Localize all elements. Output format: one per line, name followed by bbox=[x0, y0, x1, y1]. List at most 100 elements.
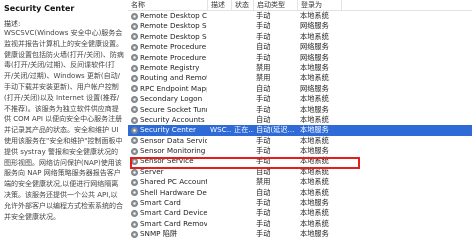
table-row[interactable]: Remote Desktop Service... 手动 本地系统 bbox=[128, 32, 472, 42]
service-log-on-as-cell: 本地系统 bbox=[300, 11, 329, 20]
table-row[interactable]: Remote Procedure Call (... 自动 网络服务 bbox=[128, 42, 472, 52]
column-header-row: 名称 描述 状态 启动类型 登录为 bbox=[128, 0, 472, 11]
column-header-name[interactable]: 名称 bbox=[128, 0, 208, 10]
table-row[interactable]: Smart Card Removal Poli... 手动 本地系统 bbox=[128, 219, 472, 229]
service-description: WSCSVC(Windows 安全中心)服务会监视并报告计算机上的安全健康设置。… bbox=[4, 29, 124, 221]
table-row[interactable]: Remote Desktop Services 手动 网络服务 bbox=[128, 21, 472, 31]
service-description-cell bbox=[210, 156, 232, 166]
service-startup-type-cell: 手动 bbox=[256, 11, 271, 20]
service-name: Smart Card bbox=[140, 198, 181, 208]
service-gear-icon bbox=[131, 137, 138, 145]
column-header-log-on-as[interactable]: 登录为 bbox=[298, 0, 342, 10]
service-status-cell bbox=[234, 219, 254, 229]
table-row[interactable]: Secondary Logon 手动 本地系统 bbox=[128, 94, 472, 104]
service-name-cell: Remote Procedure Call (... bbox=[131, 53, 207, 63]
service-startup-type-cell: 禁用 bbox=[256, 73, 271, 83]
table-row[interactable]: Server 自动 本地系统 bbox=[128, 167, 472, 177]
service-gear-icon bbox=[131, 95, 138, 103]
service-description-cell bbox=[210, 11, 232, 21]
service-status-cell bbox=[234, 188, 254, 198]
table-row[interactable]: Shared PC Account Mana... 禁用 本地系统 bbox=[128, 177, 472, 187]
service-startup-type-cell: 自动 bbox=[256, 114, 271, 124]
service-name-cell: Smart Card Device Enum... bbox=[131, 208, 207, 218]
service-gear-icon bbox=[131, 106, 138, 114]
service-log-on-as-cell: 本地系统 bbox=[300, 73, 329, 83]
service-description-cell bbox=[210, 208, 232, 218]
service-log-on-as-cell: 本地服务 bbox=[300, 229, 329, 239]
service-name: Remote Desktop Service... bbox=[140, 31, 207, 41]
service-startup-type-cell: 手动 bbox=[256, 156, 271, 166]
table-row[interactable]: Remote Registry 禁用 本地服务 bbox=[128, 63, 472, 73]
table-row[interactable]: Sensor Monitoring Service 手动 本地服务 bbox=[128, 146, 472, 156]
column-header-startup-type[interactable]: 启动类型 bbox=[254, 0, 298, 10]
service-name: Sensor Monitoring Service bbox=[140, 146, 207, 156]
service-log-on-as-cell: 本地服务 bbox=[300, 198, 329, 208]
service-status-cell bbox=[234, 136, 254, 146]
table-row[interactable]: Remote Desktop Configu... 手动 本地系统 bbox=[128, 11, 472, 21]
service-name: Remote Desktop Services bbox=[140, 21, 207, 31]
service-title: Security Center bbox=[4, 4, 75, 13]
table-row[interactable]: Remote Procedure Call (... 手动 网络服务 bbox=[128, 53, 472, 63]
service-name-cell: Secondary Logon bbox=[131, 94, 207, 104]
service-name-cell: Server bbox=[131, 167, 207, 177]
table-row[interactable]: Routing and Remote Acc... 禁用 本地系统 bbox=[128, 73, 472, 83]
table-row[interactable]: Sensor Data Service 手动 本地系统 bbox=[128, 136, 472, 146]
column-header-status[interactable]: 状态 bbox=[232, 0, 254, 10]
service-name-cell: Remote Desktop Service... bbox=[131, 32, 207, 42]
service-name: Smart Card Removal Poli... bbox=[140, 218, 207, 228]
table-row[interactable]: RPC Endpoint Mapper 自动 网络服务 bbox=[128, 84, 472, 94]
service-gear-icon bbox=[131, 220, 138, 228]
service-startup-type-cell: 手动 bbox=[256, 21, 271, 31]
service-name: Security Center bbox=[140, 125, 196, 135]
service-name: Secondary Logon bbox=[140, 94, 203, 104]
service-startup-type-cell: 禁用 bbox=[256, 62, 271, 72]
service-description-cell bbox=[210, 73, 232, 83]
service-name-cell: Sensor Monitoring Service bbox=[131, 146, 207, 156]
service-log-on-as-cell: 本地系统 bbox=[300, 166, 329, 176]
service-status-cell bbox=[234, 84, 254, 94]
table-row[interactable]: Smart Card 手动 本地服务 bbox=[128, 198, 472, 208]
table-row[interactable]: Sensor Service 手动 本地系统 bbox=[128, 156, 472, 166]
table-row[interactable]: Secure Socket Tunneling ... 手动 本地服务 bbox=[128, 105, 472, 115]
service-description-cell bbox=[210, 94, 232, 104]
service-startup-type-cell: 自动 bbox=[256, 42, 271, 52]
service-log-on-as-cell: 网络服务 bbox=[300, 21, 329, 31]
service-status-cell bbox=[234, 115, 254, 125]
service-description-cell bbox=[210, 136, 232, 146]
service-log-on-as-cell: 本地系统 bbox=[300, 208, 329, 218]
service-status-cell bbox=[234, 42, 254, 52]
service-startup-type-cell: 手动 bbox=[256, 104, 271, 114]
service-name-cell: Shell Hardware Detection bbox=[131, 188, 207, 198]
service-name: Secure Socket Tunneling ... bbox=[140, 104, 207, 114]
service-name: Sensor Data Service bbox=[140, 135, 207, 145]
service-description-cell bbox=[210, 146, 232, 156]
service-status-cell bbox=[234, 21, 254, 31]
column-header-description[interactable]: 描述 bbox=[208, 0, 232, 10]
table-row[interactable]: Shell Hardware Detection 自动 本地系统 bbox=[128, 188, 472, 198]
service-gear-icon bbox=[131, 12, 138, 20]
service-name-cell: Secure Socket Tunneling ... bbox=[131, 105, 207, 115]
service-name-cell: Remote Procedure Call (... bbox=[131, 42, 207, 52]
service-name: Remote Procedure Call (... bbox=[140, 52, 207, 62]
service-status-cell bbox=[234, 156, 254, 166]
service-startup-type-cell: 手动 bbox=[256, 52, 271, 62]
service-log-on-as-cell: 网络服务 bbox=[300, 52, 329, 62]
table-row[interactable]: SNMP 陷阱 手动 本地服务 bbox=[128, 229, 472, 239]
service-name-cell: SNMP 陷阱 bbox=[131, 229, 207, 239]
service-name: Smart Card Device Enum... bbox=[140, 208, 207, 218]
service-name: Shell Hardware Detection bbox=[140, 187, 207, 197]
service-description-cell bbox=[210, 188, 232, 198]
service-status-cell bbox=[234, 63, 254, 73]
service-gear-icon bbox=[131, 230, 138, 238]
table-row-selected[interactable]: Security Center WSC... 正在... 自动(延迟... 本地服务 bbox=[128, 125, 472, 136]
service-details-pane: Security Center 描述: WSCSVC(Windows 安全中心)… bbox=[0, 0, 128, 248]
service-name-cell: Security Center bbox=[131, 125, 207, 135]
service-name-cell: Smart Card Removal Poli... bbox=[131, 219, 207, 229]
table-row[interactable]: Security Accounts Mana... 自动 本地系统 bbox=[128, 115, 472, 125]
service-description-cell bbox=[210, 105, 232, 115]
service-startup-type-cell: 手动 bbox=[256, 229, 271, 239]
table-row[interactable]: Smart Card Device Enum... 手动 本地系统 bbox=[128, 208, 472, 218]
service-name-cell: Remote Registry bbox=[131, 63, 207, 73]
service-name-cell: Sensor Data Service bbox=[131, 136, 207, 146]
service-log-on-as-cell: 本地系统 bbox=[300, 135, 329, 145]
